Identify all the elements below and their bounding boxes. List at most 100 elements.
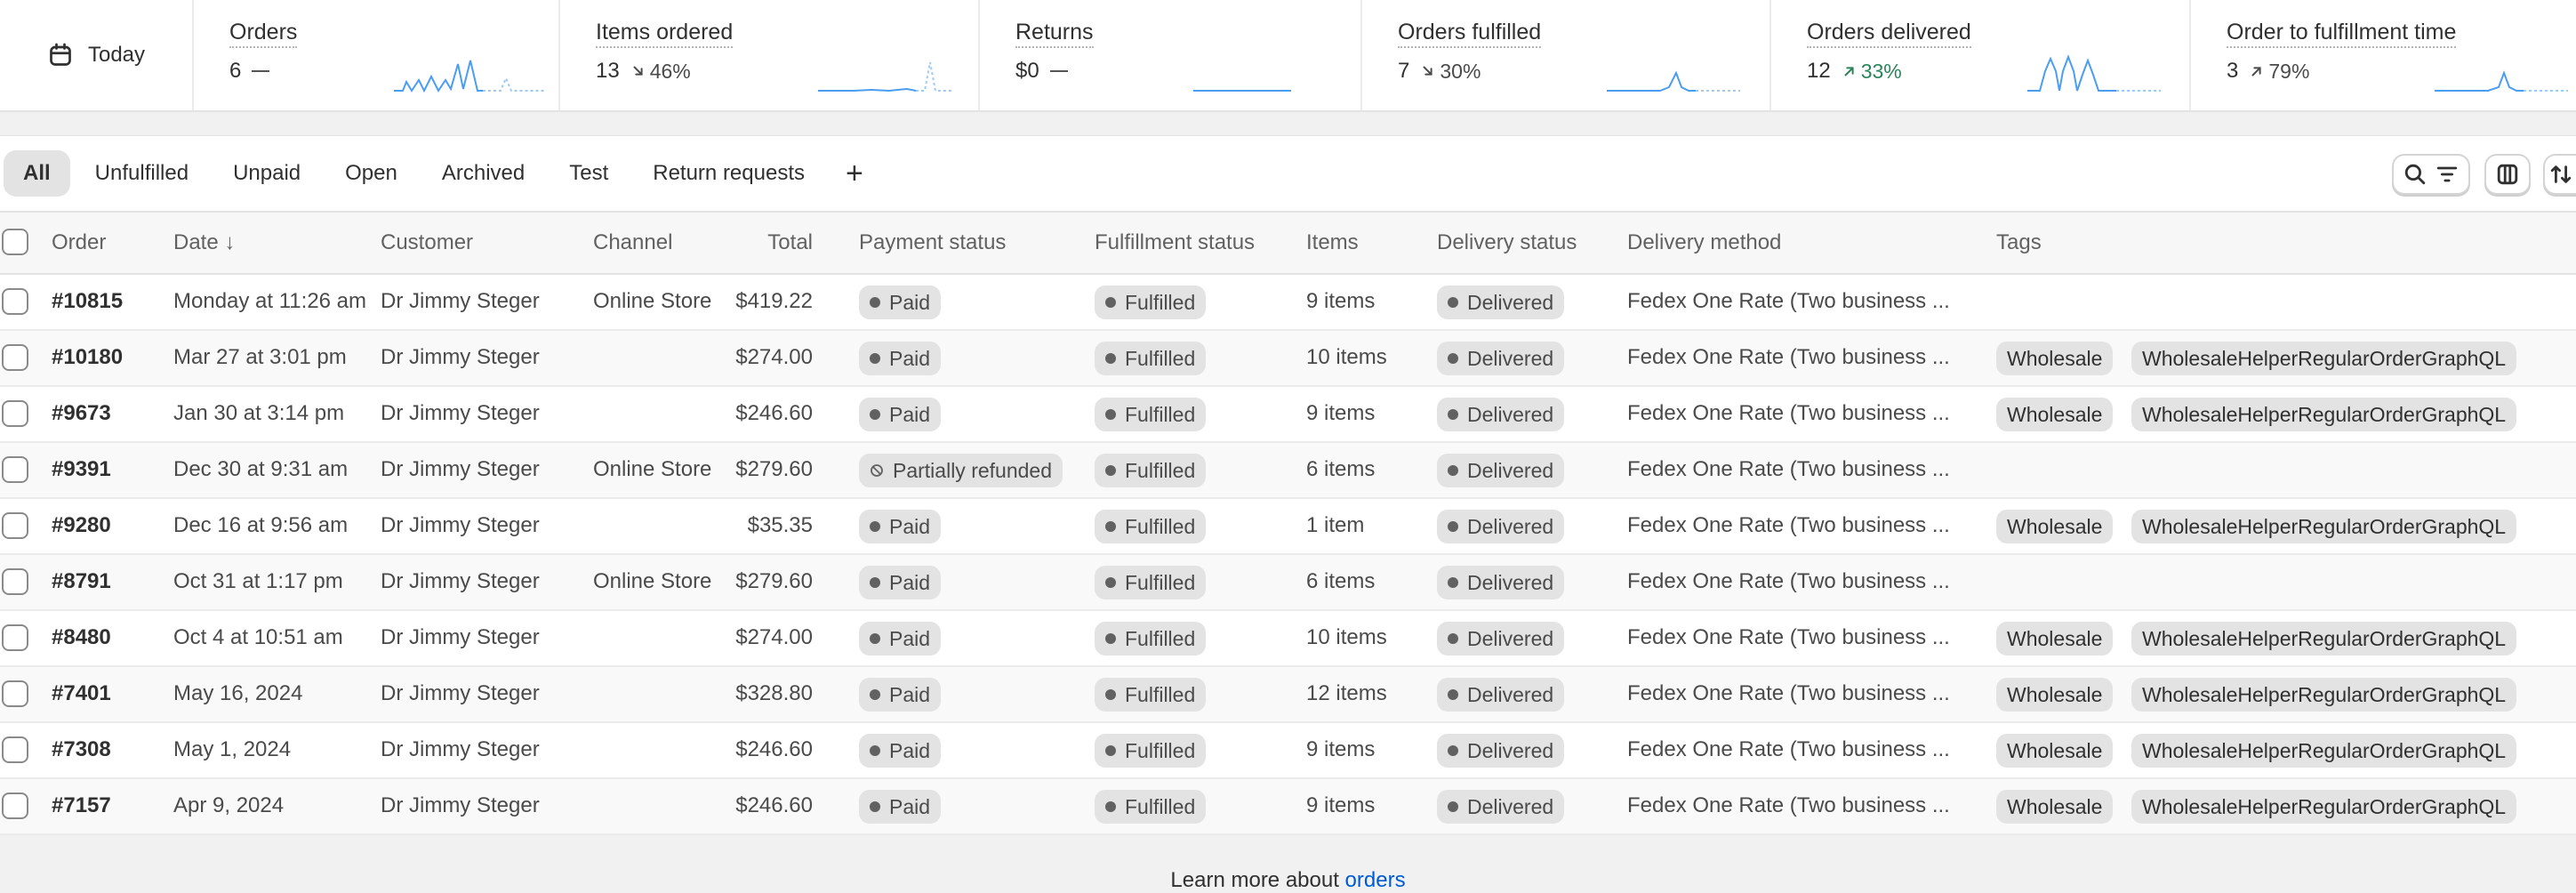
row-checkbox[interactable] [2,568,28,595]
metric-change: 79% [2249,60,2309,84]
order-number[interactable]: #7157 [52,793,111,818]
metric-orders[interactable]: Orders 6 [194,0,560,110]
learn-more-text: Learn more about orders [0,868,2576,893]
metric-order-to-fulfillment-time[interactable]: Order to fulfillment time 3 79% [2191,0,2574,110]
row-checkbox[interactable] [2,624,28,651]
column-items[interactable]: Items [1306,230,1359,255]
metric-change: 33% [1842,60,1902,84]
delivery-status-badge: Delivered [1437,734,1565,768]
delivery-status-label: Delivered [1467,402,1554,426]
arrow-down-right-icon [633,66,643,76]
row-checkbox[interactable] [2,344,28,371]
status-dot-icon [1448,633,1458,644]
order-tag: Wholesale [1996,398,2114,431]
tab-all[interactable]: All [4,150,70,197]
delivery-status-label: Delivered [1467,346,1554,370]
column-customer[interactable]: Customer [381,230,473,255]
table-row[interactable]: #7157 Apr 9, 2024 Dr Jimmy Steger $246.60 Pa… [0,779,2576,835]
fulfillment-status-badge: Fulfilled [1095,342,1207,375]
tab-unpaid[interactable]: Unpaid [213,150,320,197]
order-total: $246.60 [735,793,813,817]
refund-icon [871,464,883,477]
order-total: $419.22 [735,289,813,313]
order-date: Jan 30 at 3:14 pm [173,401,345,425]
table-row[interactable]: #9391 Dec 30 at 9:31 am Dr Jimmy Steger Onl… [0,443,2576,499]
status-dot-icon [1105,521,1116,532]
add-view-button[interactable]: + [824,153,885,195]
filter-icon [2436,166,2458,182]
metric-returns[interactable]: Returns $0 [980,0,1362,110]
table-row[interactable]: #9280 Dec 16 at 9:56 am Dr Jimmy Steger $35… [0,499,2576,555]
column-order[interactable]: Order [52,230,106,255]
calendar-icon [50,43,71,66]
metric-value: 13 [596,59,620,83]
column-date[interactable]: Date ↓ [173,230,235,255]
row-checkbox[interactable] [2,792,28,819]
delivery-method: Fedex One Rate (Two business ... [1627,793,1950,817]
row-checkbox[interactable] [2,288,28,315]
order-number[interactable]: #7308 [52,737,111,762]
customer-name: Dr Jimmy Steger [381,513,540,537]
status-dot-icon [870,577,880,588]
order-date: Monday at 11:26 am [173,289,367,313]
row-checkbox[interactable] [2,736,28,763]
tab-unfulfilled[interactable]: Unfulfilled [76,150,208,197]
order-number[interactable]: #7401 [52,681,111,706]
order-number[interactable]: #9391 [52,457,111,482]
metric-items-ordered[interactable]: Items ordered 13 46% [560,0,980,110]
metric-value-row: 6 [229,59,270,84]
select-all-checkbox[interactable] [2,229,28,255]
learn-more-orders-link[interactable]: orders [1345,868,1406,892]
status-dot-icon [1448,353,1458,364]
customer-name: Dr Jimmy Steger [381,737,540,761]
column-channel[interactable]: Channel [593,230,672,255]
customer-name: Dr Jimmy Steger [381,345,540,369]
delivery-method: Fedex One Rate (Two business ... [1627,289,1950,313]
tab-open[interactable]: Open [325,150,417,197]
order-number[interactable]: #9280 [52,513,111,538]
order-tag: Wholesale [1996,342,2114,375]
order-number[interactable]: #9673 [52,401,111,426]
search-filter-button[interactable] [2392,154,2470,195]
table-row[interactable]: #8480 Oct 4 at 10:51 am Dr Jimmy Steger $27… [0,611,2576,667]
column-tags[interactable]: Tags [1996,230,2042,255]
column-payment-status[interactable]: Payment status [859,230,1006,255]
table-row[interactable]: #10815 Monday at 11:26 am Dr Jimmy Steger O… [0,275,2576,331]
row-checkbox[interactable] [2,512,28,539]
sort-button[interactable] [2543,154,2576,195]
row-checkbox[interactable] [2,400,28,427]
table-row[interactable]: #8791 Oct 31 at 1:17 pm Dr Jimmy Steger Onl… [0,555,2576,611]
learn-more-prefix: Learn more about [1170,868,1345,892]
table-row[interactable]: #9673 Jan 30 at 3:14 pm Dr Jimmy Steger $24… [0,387,2576,443]
status-dot-icon [1448,409,1458,420]
tab-test[interactable]: Test [550,150,628,197]
tab-archived[interactable]: Archived [422,150,544,197]
sparkline-chart [2435,70,2568,92]
tab-return-requests[interactable]: Return requests [633,150,824,197]
metrics-bar: Today Orders 6 Items ordered 13 46% Retu… [0,0,2576,112]
date-range-button[interactable]: Today [0,0,194,110]
column-total[interactable]: Total [688,230,813,255]
item-count: 9 items [1306,737,1376,761]
table-row[interactable]: #7401 May 16, 2024 Dr Jimmy Steger $328.80 P… [0,667,2576,723]
order-number[interactable]: #10180 [52,345,123,370]
payment-status-badge: Paid [859,342,942,375]
table-row[interactable]: #10180 Mar 27 at 3:01 pm Dr Jimmy Steger $2… [0,331,2576,387]
row-checkbox[interactable] [2,680,28,707]
metric-orders-delivered[interactable]: Orders delivered 12 33% [1771,0,2191,110]
order-number[interactable]: #8480 [52,625,111,650]
metric-value-row: 12 33% [1807,59,1902,84]
columns-button[interactable] [2484,154,2531,195]
date-range-label: Today [87,43,146,67]
column-delivery-method[interactable]: Delivery method [1627,230,1781,255]
column-fulfillment-status[interactable]: Fulfillment status [1095,230,1255,255]
payment-status-badge: Paid [859,510,942,543]
table-row[interactable]: #7308 May 1, 2024 Dr Jimmy Steger $246.60 Pa… [0,723,2576,779]
row-checkbox[interactable] [2,456,28,483]
order-number[interactable]: #10815 [52,289,123,314]
column-delivery-status[interactable]: Delivery status [1437,230,1577,255]
metric-orders-fulfilled[interactable]: Orders fulfilled 7 30% [1362,0,1771,110]
status-dot-icon [870,801,880,812]
order-number[interactable]: #8791 [52,569,111,594]
metric-value-row: 3 79% [2227,59,2309,84]
